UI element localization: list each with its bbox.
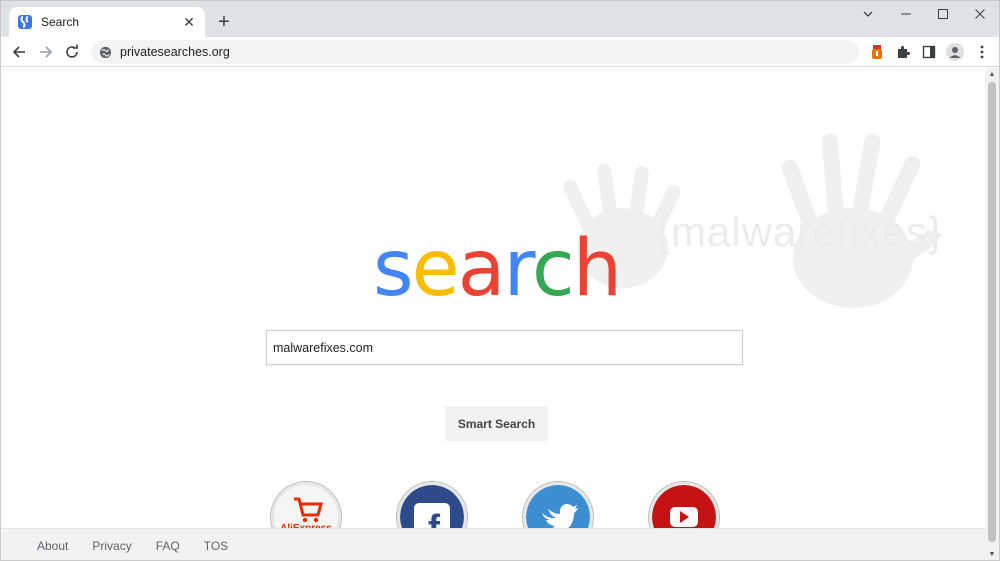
- logo-letter: r: [503, 224, 533, 314]
- profile-avatar-icon[interactable]: [944, 41, 966, 63]
- search-logo: search: [373, 230, 622, 308]
- logo-letter: e: [411, 224, 460, 314]
- tab-close-icon[interactable]: ✕: [181, 14, 197, 30]
- close-window-icon[interactable]: [961, 1, 999, 27]
- url-text[interactable]: privatesearches.org: [120, 45, 230, 59]
- tab-title: Search: [41, 15, 80, 29]
- minimize-icon[interactable]: [887, 1, 925, 27]
- extension-alert-icon[interactable]: [866, 41, 888, 63]
- extensions-puzzle-icon[interactable]: [892, 41, 914, 63]
- side-panel-icon[interactable]: [918, 41, 940, 63]
- footer-link-tos[interactable]: TOS: [204, 539, 228, 553]
- logo-letter: c: [531, 224, 575, 314]
- new-tab-button[interactable]: +: [213, 11, 235, 33]
- tab-search-dropdown-icon[interactable]: [849, 1, 887, 27]
- forward-icon[interactable]: [34, 40, 58, 64]
- page-content: {malwarefixes} search Smart Search AliEx…: [1, 68, 987, 560]
- vertical-scrollbar[interactable]: ▲ ▼: [985, 68, 999, 560]
- reload-icon[interactable]: [60, 40, 84, 64]
- scrollbar-thumb[interactable]: [988, 82, 996, 542]
- footer-link-privacy[interactable]: Privacy: [92, 539, 131, 553]
- back-icon[interactable]: [7, 40, 31, 64]
- tab-strip: Search ✕ +: [1, 1, 999, 37]
- logo-letter: s: [373, 224, 414, 314]
- page-footer: About Privacy FAQ TOS: [1, 528, 987, 560]
- watermark-text: {malwarefixes}: [656, 208, 944, 255]
- footer-link-about[interactable]: About: [37, 539, 68, 553]
- browser-toolbar: privatesearches.org: [1, 37, 999, 67]
- scroll-down-arrow-icon[interactable]: ▼: [988, 551, 996, 559]
- site-favicon-icon: [18, 15, 32, 29]
- scroll-up-arrow-icon[interactable]: ▲: [988, 71, 996, 79]
- browser-window: Search ✕ + privatesearches.org {malwaref…: [0, 0, 1000, 561]
- browser-menu-icon[interactable]: [971, 41, 993, 63]
- address-bar[interactable]: privatesearches.org: [91, 40, 859, 64]
- smart-search-button[interactable]: Smart Search: [445, 406, 548, 441]
- tab-search[interactable]: Search ✕: [9, 7, 205, 37]
- footer-link-faq[interactable]: FAQ: [156, 539, 180, 553]
- maximize-icon[interactable]: [924, 1, 962, 27]
- search-input[interactable]: [266, 330, 743, 365]
- globe-icon[interactable]: [99, 46, 112, 59]
- logo-letter: h: [572, 224, 622, 314]
- logo-letter: a: [457, 224, 506, 314]
